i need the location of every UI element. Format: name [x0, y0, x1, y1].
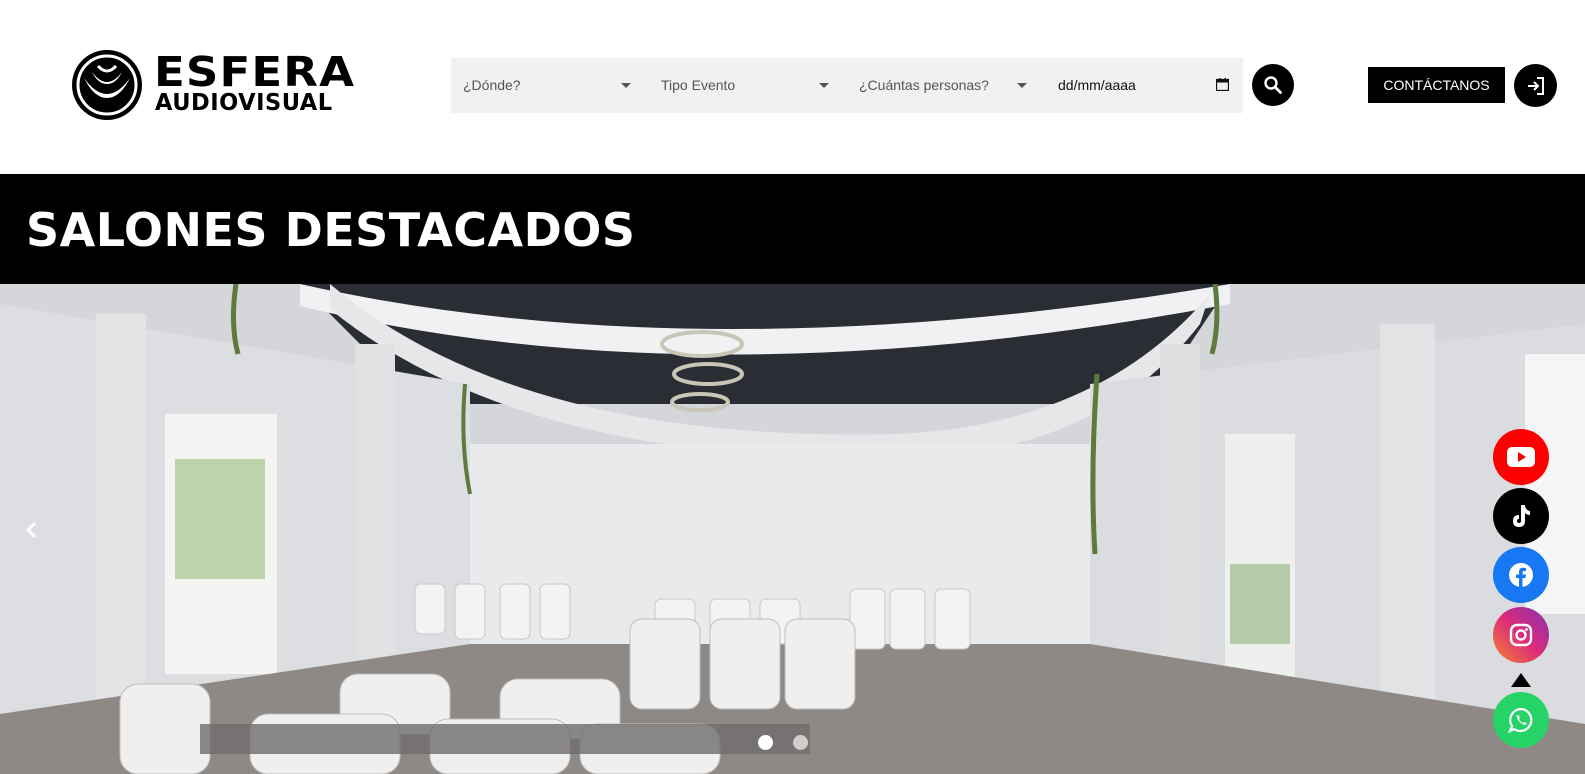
section-title: SALONES DESTACADOS [26, 203, 636, 257]
event-type-select[interactable]: Tipo Evento [649, 58, 847, 113]
search-button[interactable] [1252, 64, 1294, 106]
login-icon [1527, 76, 1544, 95]
tiktok-icon [1513, 505, 1530, 527]
carousel-dot-1[interactable] [758, 735, 773, 750]
youtube-icon [1507, 447, 1535, 467]
event-type-select-label: Tipo Evento [661, 77, 736, 93]
facebook-icon [1509, 563, 1533, 587]
chevron-down-icon [621, 83, 631, 88]
date-input[interactable]: dd/mm/aaaa [1045, 58, 1243, 113]
where-select[interactable]: ¿Dónde? [451, 58, 649, 113]
hero-carousel[interactable] [0, 284, 1585, 774]
contact-button[interactable]: CONTÁCTANOS [1368, 67, 1505, 103]
previous-slide-chevron-left-icon[interactable] [22, 520, 42, 540]
search-icon [1264, 76, 1282, 94]
brand-logo[interactable]: ESFERA AUDIOVISUAL [70, 48, 354, 124]
whatsapp-button[interactable] [1493, 692, 1549, 748]
date-input-placeholder: dd/mm/aaaa [1058, 77, 1136, 93]
carousel-dot-2[interactable] [793, 735, 808, 750]
tiktok-button[interactable] [1493, 488, 1549, 544]
featured-banner: SALONES DESTACADOS [0, 174, 1585, 284]
carousel-dots [758, 735, 808, 750]
brand-name-line2: AUDIOVISUAL [155, 90, 333, 116]
instagram-icon [1509, 623, 1533, 647]
chevron-down-icon [1017, 83, 1027, 88]
sphere-logo-icon [72, 50, 142, 120]
where-select-label: ¿Dónde? [463, 77, 521, 93]
whatsapp-icon [1508, 707, 1533, 733]
youtube-button[interactable] [1493, 429, 1549, 485]
scroll-top-arrow-icon[interactable] [1511, 673, 1531, 687]
calendar-icon[interactable] [1216, 78, 1229, 91]
login-button[interactable] [1514, 64, 1557, 107]
brand-name-line1: ESFERA [154, 48, 356, 96]
event-hall-photo [0, 284, 1585, 774]
guests-select-label: ¿Cuántas personas? [859, 77, 989, 93]
facebook-button[interactable] [1493, 547, 1549, 603]
guests-select[interactable]: ¿Cuántas personas? [847, 58, 1045, 113]
site-header: ESFERA AUDIOVISUAL ¿Dónde? Tipo Evento ¿… [0, 0, 1585, 174]
chevron-down-icon [819, 83, 829, 88]
search-filters: ¿Dónde? Tipo Evento ¿Cuántas personas? d… [451, 58, 1243, 113]
instagram-button[interactable] [1493, 607, 1549, 663]
